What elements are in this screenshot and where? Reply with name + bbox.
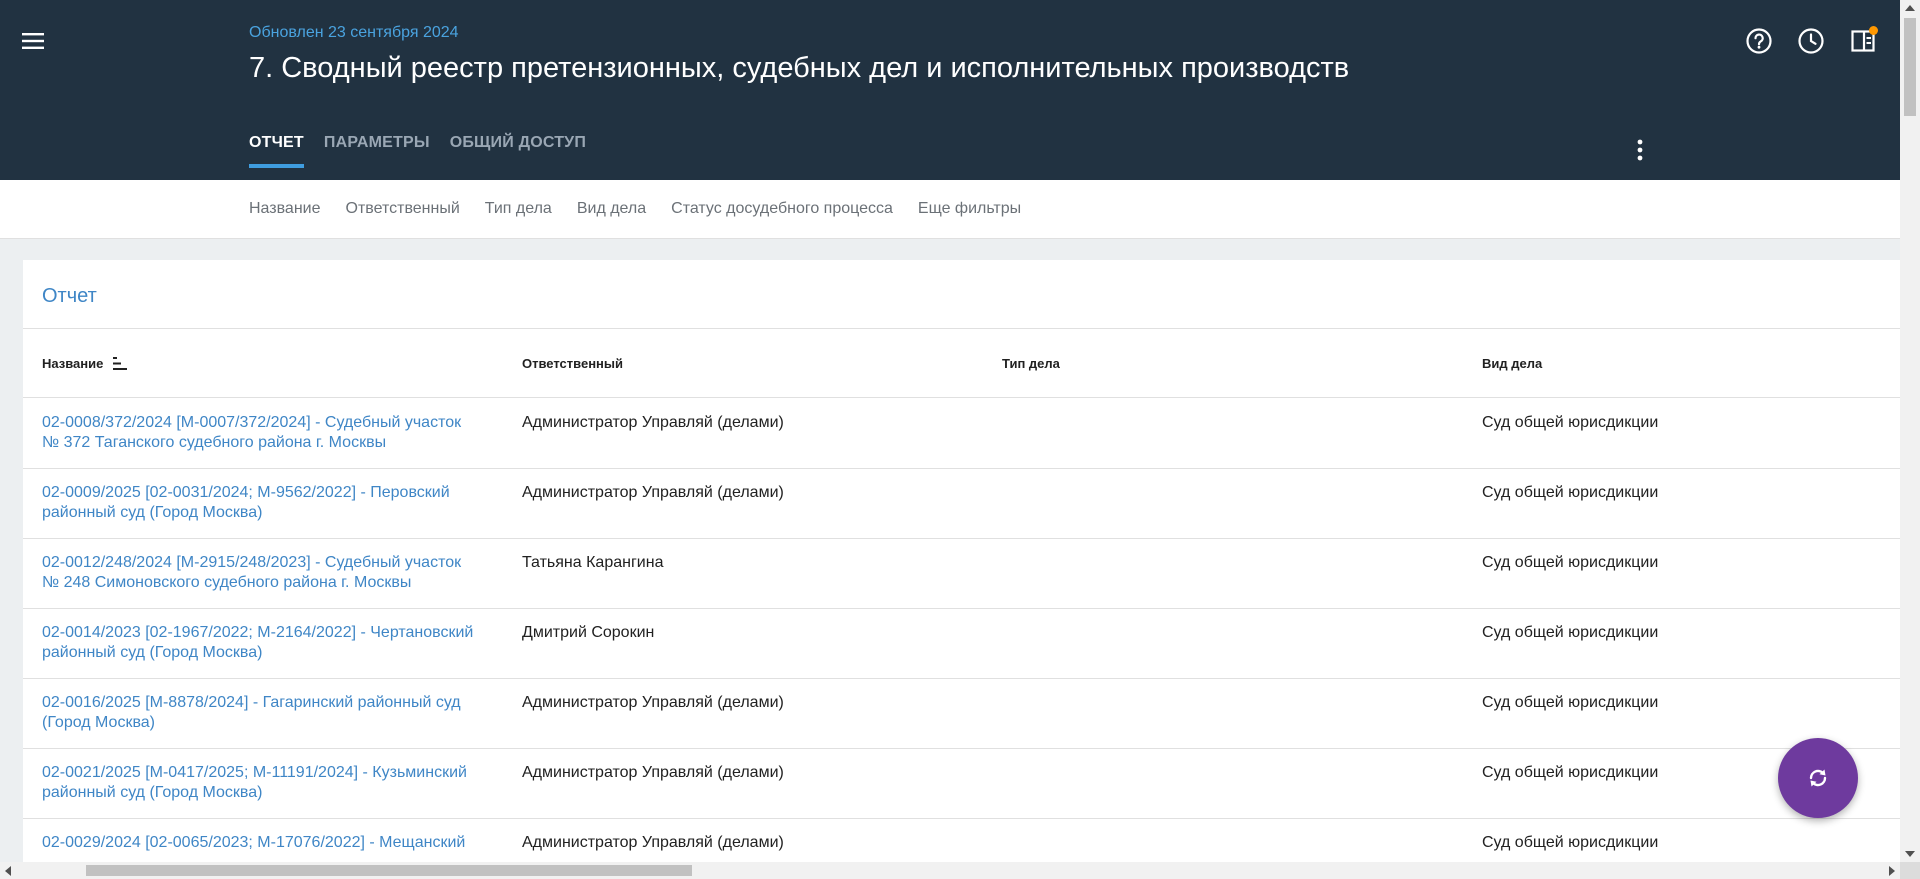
column-header-case-type[interactable]: Тип дела	[1002, 329, 1060, 398]
scroll-down-arrow-icon[interactable]	[1905, 851, 1915, 857]
scroll-right-arrow-icon[interactable]	[1889, 866, 1895, 876]
table-row: 02-0012/248/2024 [М-2915/248/2023] - Суд…	[23, 539, 1900, 609]
scrollbar-corner	[1900, 862, 1920, 879]
responsible-cell: Татьяна Карангина	[522, 554, 664, 571]
notifications-panel-icon[interactable]	[1846, 24, 1880, 58]
tab-parameters[interactable]: ПАРАМЕТРЫ	[324, 134, 430, 168]
responsible-cell: Администратор Управляй (делами)	[522, 834, 784, 851]
report-tabs: ОТЧЕТ ПАРАМЕТРЫ ОБЩИЙ ДОСТУП	[249, 134, 586, 168]
case-kind-cell: Суд общей юрисдикции	[1482, 554, 1659, 571]
case-kind-cell: Суд общей юрисдикции	[1482, 414, 1659, 431]
table-header: Название Ответственный Тип дела Вид дела	[23, 329, 1900, 398]
column-header-responsible[interactable]: Ответственный	[522, 329, 623, 398]
case-kind-cell: Суд общей юрисдикции	[1482, 834, 1659, 851]
table-row: 02-0021/2025 [М-0417/2025; М-11191/2024]…	[23, 749, 1900, 819]
table-row: 02-0009/2025 [02-0031/2024; М-9562/2022]…	[23, 469, 1900, 539]
table-row: 02-0016/2025 [М-8878/2024] - Гагаринский…	[23, 679, 1900, 749]
table-row: 02-0008/372/2024 [М-0007/372/2024] - Суд…	[23, 399, 1900, 469]
filter-case-kind[interactable]: Вид дела	[577, 200, 646, 218]
page-title: 7. Сводный реестр претензионных, судебны…	[249, 52, 1350, 84]
column-header-label: Название	[42, 356, 104, 371]
case-name-link[interactable]: 02-0014/2023 [02-1967/2022; М-2164/2022]…	[42, 623, 482, 663]
history-icon[interactable]	[1794, 24, 1828, 58]
column-header-case-kind[interactable]: Вид дела	[1482, 329, 1542, 398]
filter-responsible[interactable]: Ответственный	[346, 200, 460, 218]
responsible-cell: Дмитрий Сорокин	[522, 624, 655, 641]
column-header-name[interactable]: Название	[42, 329, 128, 398]
filter-bar: Название Ответственный Тип дела Вид дела…	[0, 180, 1900, 239]
case-name-link[interactable]: 02-0008/372/2024 [М-0007/372/2024] - Суд…	[42, 413, 482, 453]
case-kind-cell: Суд общей юрисдикции	[1482, 764, 1659, 781]
responsible-cell: Администратор Управляй (делами)	[522, 764, 784, 781]
case-kind-cell: Суд общей юрисдикции	[1482, 694, 1659, 711]
report-card: Отчет Название Ответственный Тип дела Ви…	[23, 260, 1900, 879]
case-name-link[interactable]: 02-0009/2025 [02-0031/2024; М-9562/2022]…	[42, 483, 482, 523]
tab-sharing[interactable]: ОБЩИЙ ДОСТУП	[450, 134, 586, 168]
case-name-link[interactable]: 02-0016/2025 [М-8878/2024] - Гагаринский…	[42, 693, 482, 733]
refresh-icon	[1809, 769, 1827, 787]
vertical-scrollbar[interactable]	[1900, 0, 1920, 862]
case-name-link[interactable]: 02-0029/2024 [02-0065/2023; М-17076/2022…	[42, 833, 482, 853]
case-name-link[interactable]: 02-0012/248/2024 [М-2915/248/2023] - Суд…	[42, 553, 482, 593]
case-kind-cell: Суд общей юрисдикции	[1482, 484, 1659, 501]
responsible-cell: Администратор Управляй (делами)	[522, 694, 784, 711]
filter-pretrial-status[interactable]: Статус досудебного процесса	[671, 200, 893, 218]
table-row: 02-0014/2023 [02-1967/2022; М-2164/2022]…	[23, 609, 1900, 679]
scroll-up-arrow-icon[interactable]	[1905, 5, 1915, 11]
more-vert-icon[interactable]	[1628, 134, 1652, 166]
case-kind-cell: Суд общей юрисдикции	[1482, 624, 1659, 641]
help-icon[interactable]	[1742, 24, 1776, 58]
app-header: Обновлен 23 сентября 2024 7. Сводный рее…	[0, 0, 1900, 180]
header-actions	[1742, 24, 1880, 58]
updated-date: Обновлен 23 сентября 2024	[249, 24, 459, 41]
notification-badge	[1869, 26, 1878, 35]
scroll-left-arrow-icon[interactable]	[5, 866, 11, 876]
horizontal-scroll-thumb[interactable]	[86, 865, 692, 876]
horizontal-scrollbar[interactable]	[0, 862, 1900, 879]
responsible-cell: Администратор Управляй (делами)	[522, 484, 784, 501]
refresh-button[interactable]	[1778, 738, 1858, 818]
case-name-link[interactable]: 02-0021/2025 [М-0417/2025; М-11191/2024]…	[42, 763, 482, 803]
report-title: Отчет	[42, 285, 97, 307]
tab-report[interactable]: ОТЧЕТ	[249, 134, 304, 168]
menu-icon[interactable]	[16, 24, 50, 58]
filter-more[interactable]: Еще фильтры	[918, 200, 1021, 218]
sort-icon[interactable]	[113, 357, 128, 370]
vertical-scroll-thumb[interactable]	[1904, 18, 1916, 116]
filter-name[interactable]: Название	[249, 200, 321, 218]
responsible-cell: Администратор Управляй (делами)	[522, 414, 784, 431]
filter-case-type[interactable]: Тип дела	[485, 200, 552, 218]
